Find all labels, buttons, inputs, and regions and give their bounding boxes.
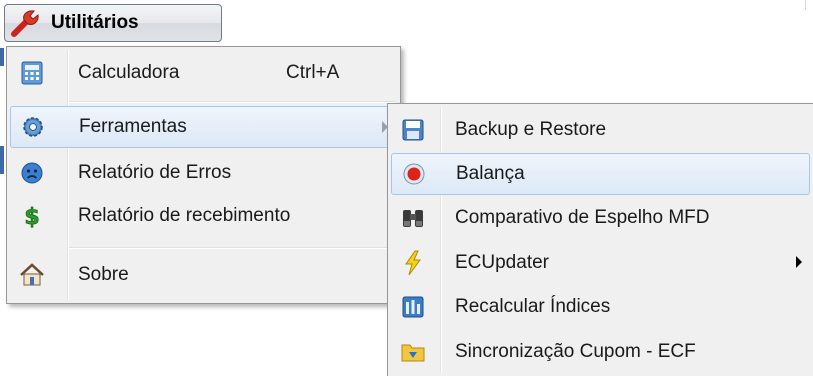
submenu-item-ecupdater[interactable]: ECUpdater xyxy=(391,242,810,284)
submenu-item-comparativo[interactable]: Comparativo de Espelho MFD xyxy=(391,197,810,239)
menu-utilitarios-label: Utilitários xyxy=(51,12,139,33)
calculator-icon xyxy=(12,52,52,94)
submenu-item-sincronizacao[interactable]: Sincronização Cupom - ECF xyxy=(391,331,810,373)
menu-item-calculadora[interactable]: Calculadora Ctrl+A xyxy=(10,52,397,94)
menu-item-label: Sobre xyxy=(78,264,129,285)
menu-item-relatorio-erros[interactable]: Relatório de Erros xyxy=(10,152,397,194)
submenu-item-backup-restore[interactable]: Backup e Restore xyxy=(391,109,810,151)
menu-separator xyxy=(69,247,396,249)
wrench-icon xyxy=(5,6,49,40)
binoculars-icon xyxy=(393,197,433,239)
gear-icon xyxy=(13,106,53,148)
red-dot-icon xyxy=(394,153,434,195)
menu-separator xyxy=(69,101,396,103)
menu-item-label: Relatório de recebimento xyxy=(78,205,291,226)
background-window-edge xyxy=(0,48,4,66)
submenu-item-recalcular-indices[interactable]: Recalcular Índices xyxy=(391,286,810,328)
menu-item-label: Recalcular Índices xyxy=(455,296,611,317)
menu-item-label: Backup e Restore xyxy=(455,119,607,140)
menu-item-sobre[interactable]: Sobre xyxy=(10,254,397,296)
menu-item-label: Ferramentas xyxy=(79,116,187,137)
lightning-icon xyxy=(393,242,433,284)
menu-item-label: Calculadora xyxy=(78,62,180,83)
floppy-disk-icon xyxy=(393,109,433,151)
window-edge-line xyxy=(805,0,806,10)
ferramentas-submenu: Backup e Restore Balança Comparativo de … xyxy=(387,103,813,376)
menu-item-label: Sincronização Cupom - ECF xyxy=(455,341,696,362)
dollar-icon: $ xyxy=(12,195,52,237)
recalc-icon xyxy=(393,286,433,328)
menu-item-label: ECUpdater xyxy=(455,252,549,273)
menu-item-shortcut: Ctrl+A xyxy=(286,62,340,83)
submenu-item-balanca[interactable]: Balança xyxy=(391,153,810,195)
menu-item-label: Relatório de Erros xyxy=(78,162,232,183)
utilitarios-menu: Calculadora Ctrl+A Ferramentas Relatório… xyxy=(6,46,401,304)
background-window-edge xyxy=(0,146,4,174)
menu-utilitarios[interactable]: Utilitários xyxy=(4,4,222,42)
menu-item-ferramentas[interactable]: Ferramentas xyxy=(10,106,397,148)
folder-sync-icon xyxy=(393,331,433,373)
home-icon xyxy=(12,254,52,296)
menu-item-label: Comparativo de Espelho MFD xyxy=(455,207,710,228)
menu-item-label: Balança xyxy=(456,163,525,184)
submenu-arrow-icon xyxy=(796,256,802,268)
svg-text:$: $ xyxy=(24,205,39,229)
menu-item-relatorio-recebimento[interactable]: $ Relatório de recebimento xyxy=(10,195,397,237)
sad-face-icon xyxy=(12,152,52,194)
